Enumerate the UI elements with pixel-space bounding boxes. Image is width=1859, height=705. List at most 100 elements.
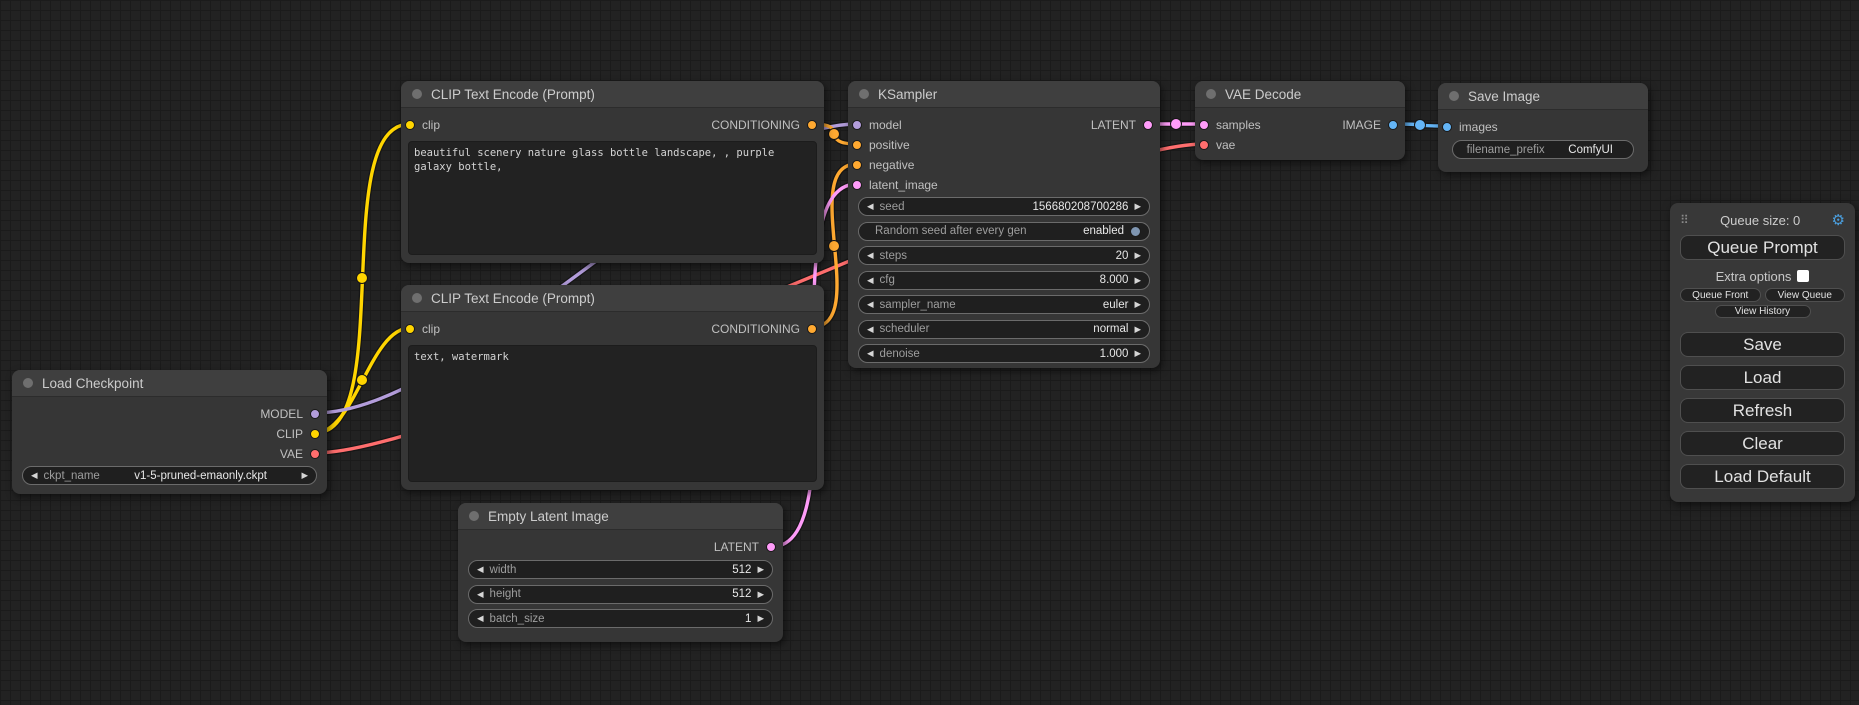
widget-height[interactable]: ◀ height 512 ▶ bbox=[468, 585, 773, 604]
output-port-clip[interactable] bbox=[310, 429, 320, 439]
node-clip-text-encode-negative[interactable]: CLIP Text Encode (Prompt) clip CONDITION… bbox=[401, 285, 824, 490]
load-button[interactable]: Load bbox=[1680, 365, 1845, 390]
widget-batch-size[interactable]: ◀ batch_size 1 ▶ bbox=[468, 609, 773, 628]
increment-arrow-icon[interactable]: ▶ bbox=[1134, 349, 1141, 358]
node-clip-text-encode-positive[interactable]: CLIP Text Encode (Prompt) clip CONDITION… bbox=[401, 81, 824, 263]
node-title-bar[interactable]: VAE Decode bbox=[1195, 81, 1405, 108]
increment-arrow-icon[interactable]: ▶ bbox=[1134, 202, 1141, 211]
collapse-dot-icon[interactable] bbox=[469, 511, 479, 521]
link-midpoint-dot bbox=[1171, 119, 1182, 130]
node-title-bar[interactable]: KSampler bbox=[848, 81, 1160, 108]
input-label: clip bbox=[422, 322, 440, 336]
input-label: latent_image bbox=[869, 178, 938, 192]
output-label: CONDITIONING bbox=[711, 118, 800, 132]
output-port-model[interactable] bbox=[310, 409, 320, 419]
node-title-bar[interactable]: Load Checkpoint bbox=[12, 370, 327, 397]
node-title: Save Image bbox=[1468, 89, 1540, 104]
extra-options-checkbox[interactable] bbox=[1797, 270, 1809, 282]
prompt-textarea[interactable]: text, watermark bbox=[408, 345, 817, 482]
collapse-dot-icon[interactable] bbox=[23, 378, 33, 388]
refresh-button[interactable]: Refresh bbox=[1680, 398, 1845, 423]
widget-width[interactable]: ◀ width 512 ▶ bbox=[468, 560, 773, 579]
decrement-arrow-icon[interactable]: ◀ bbox=[867, 251, 874, 260]
increment-arrow-icon[interactable]: ▶ bbox=[301, 471, 308, 480]
output-port-latent[interactable] bbox=[1143, 120, 1153, 130]
node-title-bar[interactable]: CLIP Text Encode (Prompt) bbox=[401, 81, 824, 108]
input-port-latent-image[interactable] bbox=[852, 180, 862, 190]
widget-random-seed[interactable]: Random seed after every gen enabled bbox=[858, 222, 1150, 241]
widget-sampler-name[interactable]: ◀ sampler_name euler ▶ bbox=[858, 295, 1150, 314]
increment-arrow-icon[interactable]: ▶ bbox=[757, 565, 764, 574]
widget-steps[interactable]: ◀ steps 20 ▶ bbox=[858, 246, 1150, 265]
collapse-dot-icon[interactable] bbox=[412, 293, 422, 303]
widget-cfg[interactable]: ◀ cfg 8.000 ▶ bbox=[858, 271, 1150, 290]
input-port-vae[interactable] bbox=[1199, 140, 1209, 150]
decrement-arrow-icon[interactable]: ◀ bbox=[867, 202, 874, 211]
gear-icon[interactable]: ⚙ bbox=[1832, 213, 1845, 228]
widget-value: 512 bbox=[732, 588, 751, 600]
decrement-arrow-icon[interactable]: ◀ bbox=[31, 471, 38, 480]
node-title-bar[interactable]: Empty Latent Image bbox=[458, 503, 783, 530]
queue-size-label: Queue size: 0 bbox=[1689, 213, 1832, 228]
drag-handle-icon[interactable]: ⠿ bbox=[1680, 213, 1689, 227]
load-default-button[interactable]: Load Default bbox=[1680, 464, 1845, 489]
widget-label: height bbox=[490, 588, 521, 600]
node-title-bar[interactable]: CLIP Text Encode (Prompt) bbox=[401, 285, 824, 312]
widget-label: batch_size bbox=[490, 613, 545, 625]
collapse-dot-icon[interactable] bbox=[1206, 89, 1216, 99]
toggle-knob-icon[interactable] bbox=[1130, 226, 1141, 237]
collapse-dot-icon[interactable] bbox=[859, 89, 869, 99]
view-history-button[interactable]: View History bbox=[1715, 305, 1811, 318]
output-port-conditioning[interactable] bbox=[807, 120, 817, 130]
prompt-textarea[interactable]: beautiful scenery nature glass bottle la… bbox=[408, 141, 817, 255]
widget-label: seed bbox=[880, 201, 905, 213]
decrement-arrow-icon[interactable]: ◀ bbox=[867, 276, 874, 285]
input-port-positive[interactable] bbox=[852, 140, 862, 150]
input-port-samples[interactable] bbox=[1199, 120, 1209, 130]
widget-denoise[interactable]: ◀ denoise 1.000 ▶ bbox=[858, 344, 1150, 363]
node-empty-latent-image[interactable]: Empty Latent Image LATENT ◀ width 512 ▶ … bbox=[458, 503, 783, 642]
output-port-vae[interactable] bbox=[310, 449, 320, 459]
decrement-arrow-icon[interactable]: ◀ bbox=[867, 300, 874, 309]
input-port-images[interactable] bbox=[1442, 122, 1452, 132]
widget-filename-prefix[interactable]: filename_prefix ComfyUI bbox=[1452, 140, 1634, 159]
decrement-arrow-icon[interactable]: ◀ bbox=[477, 590, 484, 599]
decrement-arrow-icon[interactable]: ◀ bbox=[867, 325, 874, 334]
collapse-dot-icon[interactable] bbox=[1449, 91, 1459, 101]
collapse-dot-icon[interactable] bbox=[412, 89, 422, 99]
input-port-negative[interactable] bbox=[852, 160, 862, 170]
queue-front-button[interactable]: Queue Front bbox=[1680, 288, 1761, 302]
output-port-conditioning[interactable] bbox=[807, 324, 817, 334]
node-ksampler[interactable]: KSampler model LATENT positive negative bbox=[848, 81, 1160, 368]
save-button[interactable]: Save bbox=[1680, 332, 1845, 357]
output-port-image[interactable] bbox=[1388, 120, 1398, 130]
node-vae-decode[interactable]: VAE Decode samples IMAGE vae bbox=[1195, 81, 1405, 160]
increment-arrow-icon[interactable]: ▶ bbox=[1134, 276, 1141, 285]
node-save-image[interactable]: Save Image images filename_prefix ComfyU… bbox=[1438, 83, 1648, 172]
input-port-clip[interactable] bbox=[405, 120, 415, 130]
node-load-checkpoint[interactable]: Load Checkpoint MODEL CLIP VAE ◀ ckpt_na… bbox=[12, 370, 327, 494]
widget-seed[interactable]: ◀ seed 156680208700286 ▶ bbox=[858, 197, 1150, 216]
node-title-bar[interactable]: Save Image bbox=[1438, 83, 1648, 110]
widget-scheduler[interactable]: ◀ scheduler normal ▶ bbox=[858, 320, 1150, 339]
widget-value: v1-5-pruned-emaonly.ckpt bbox=[106, 470, 296, 482]
input-port-model[interactable] bbox=[852, 120, 862, 130]
extra-options-label: Extra options bbox=[1716, 269, 1792, 284]
increment-arrow-icon[interactable]: ▶ bbox=[1134, 251, 1141, 260]
queue-prompt-button[interactable]: Queue Prompt bbox=[1680, 235, 1845, 260]
increment-arrow-icon[interactable]: ▶ bbox=[1134, 325, 1141, 334]
output-port-latent[interactable] bbox=[766, 542, 776, 552]
clear-button[interactable]: Clear bbox=[1680, 431, 1845, 456]
increment-arrow-icon[interactable]: ▶ bbox=[757, 614, 764, 623]
widget-value: 8.000 bbox=[1100, 274, 1129, 286]
increment-arrow-icon[interactable]: ▶ bbox=[757, 590, 764, 599]
node-graph-canvas[interactable]: Load Checkpoint MODEL CLIP VAE ◀ ckpt_na… bbox=[0, 0, 1859, 705]
node-title: CLIP Text Encode (Prompt) bbox=[431, 291, 595, 306]
decrement-arrow-icon[interactable]: ◀ bbox=[477, 614, 484, 623]
input-port-clip[interactable] bbox=[405, 324, 415, 334]
decrement-arrow-icon[interactable]: ◀ bbox=[867, 349, 874, 358]
decrement-arrow-icon[interactable]: ◀ bbox=[477, 565, 484, 574]
widget-ckpt-name[interactable]: ◀ ckpt_name v1-5-pruned-emaonly.ckpt ▶ bbox=[22, 466, 317, 485]
increment-arrow-icon[interactable]: ▶ bbox=[1134, 300, 1141, 309]
view-queue-button[interactable]: View Queue bbox=[1765, 288, 1846, 302]
